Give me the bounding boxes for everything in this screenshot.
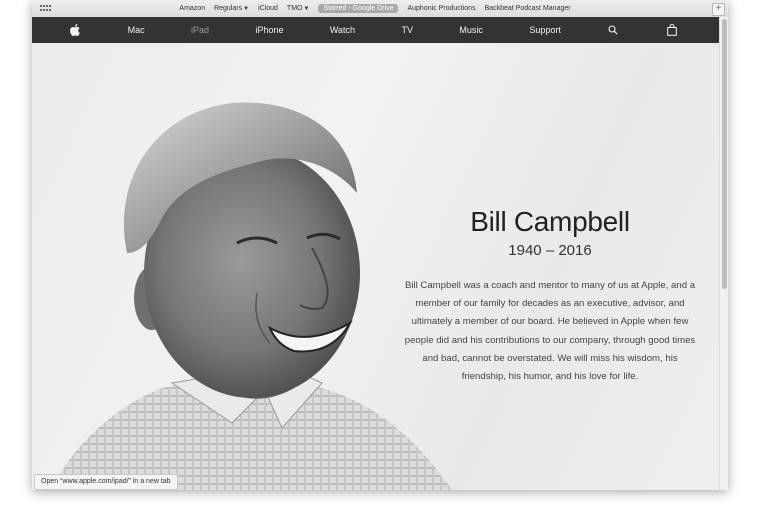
tribute-body: Bill Campbell was a coach and mentor to … — [404, 280, 696, 383]
nav-item-mac[interactable]: Mac — [128, 25, 145, 35]
browser-window: Amazon Regulars▼ iCloud TMO▼ Starred - G… — [32, 0, 728, 490]
scrollbar-thumb[interactable] — [722, 19, 727, 289]
favorite-label: Regulars — [214, 5, 243, 12]
favorite-label: TMO — [286, 5, 303, 12]
favorite-starred-google-drive[interactable]: Starred - Google Drive — [318, 4, 399, 13]
nav-item-support[interactable]: Support — [529, 25, 561, 35]
nav-item-watch[interactable]: Watch — [330, 25, 355, 35]
favorite-label: Starred - Google Drive — [323, 5, 394, 12]
tribute-page: Bill Campbell 1940 – 2016 Bill Campbell … — [32, 43, 719, 490]
nav-item-tv[interactable]: TV — [401, 25, 413, 35]
vertical-scrollbar[interactable] — [719, 17, 728, 490]
favorite-regulars[interactable]: Regulars▼ — [214, 5, 249, 12]
apple-logo-icon[interactable] — [69, 23, 81, 37]
add-tab-button[interactable]: + — [712, 3, 725, 16]
favorite-icloud[interactable]: iCloud — [258, 5, 278, 12]
tribute-name: Bill Campbell — [470, 206, 630, 237]
favorite-label: iCloud — [258, 5, 278, 12]
search-icon[interactable] — [607, 23, 619, 37]
favorite-tmo[interactable]: TMO▼ — [287, 5, 310, 12]
shopping-bag-icon[interactable] — [666, 23, 678, 37]
tribute-text: Bill Campbell 1940 – 2016 Bill Campbell … — [404, 206, 696, 386]
favorite-auphonic[interactable]: Auphonic Productions — [407, 5, 475, 12]
nav-item-iphone[interactable]: iPhone — [255, 25, 283, 35]
apple-global-nav: Mac iPad iPhone Watch TV Music Support — [32, 17, 719, 43]
favorite-backbeat[interactable]: Backbeat Podcast Manager — [485, 5, 571, 12]
favorites-list: Amazon Regulars▼ iCloud TMO▼ Starred - G… — [32, 0, 728, 17]
nav-item-music[interactable]: Music — [459, 25, 483, 35]
chevron-down-icon: ▼ — [243, 6, 250, 12]
status-bar: Open “www.apple.com/ipad/” in a new tab — [34, 474, 178, 490]
chevron-down-icon: ▼ — [303, 6, 310, 12]
favorite-label: Auphonic Productions — [407, 5, 476, 12]
nav-item-ipad[interactable]: iPad — [191, 25, 209, 35]
tribute-years: 1940 – 2016 — [508, 242, 592, 259]
favorite-amazon[interactable]: Amazon — [179, 5, 205, 12]
global-nav-list: Mac iPad iPhone Watch TV Music Support — [32, 17, 719, 43]
favorite-label: Amazon — [179, 5, 206, 12]
favorites-bar: Amazon Regulars▼ iCloud TMO▼ Starred - G… — [32, 0, 728, 18]
favorite-label: Backbeat Podcast Manager — [484, 5, 571, 12]
